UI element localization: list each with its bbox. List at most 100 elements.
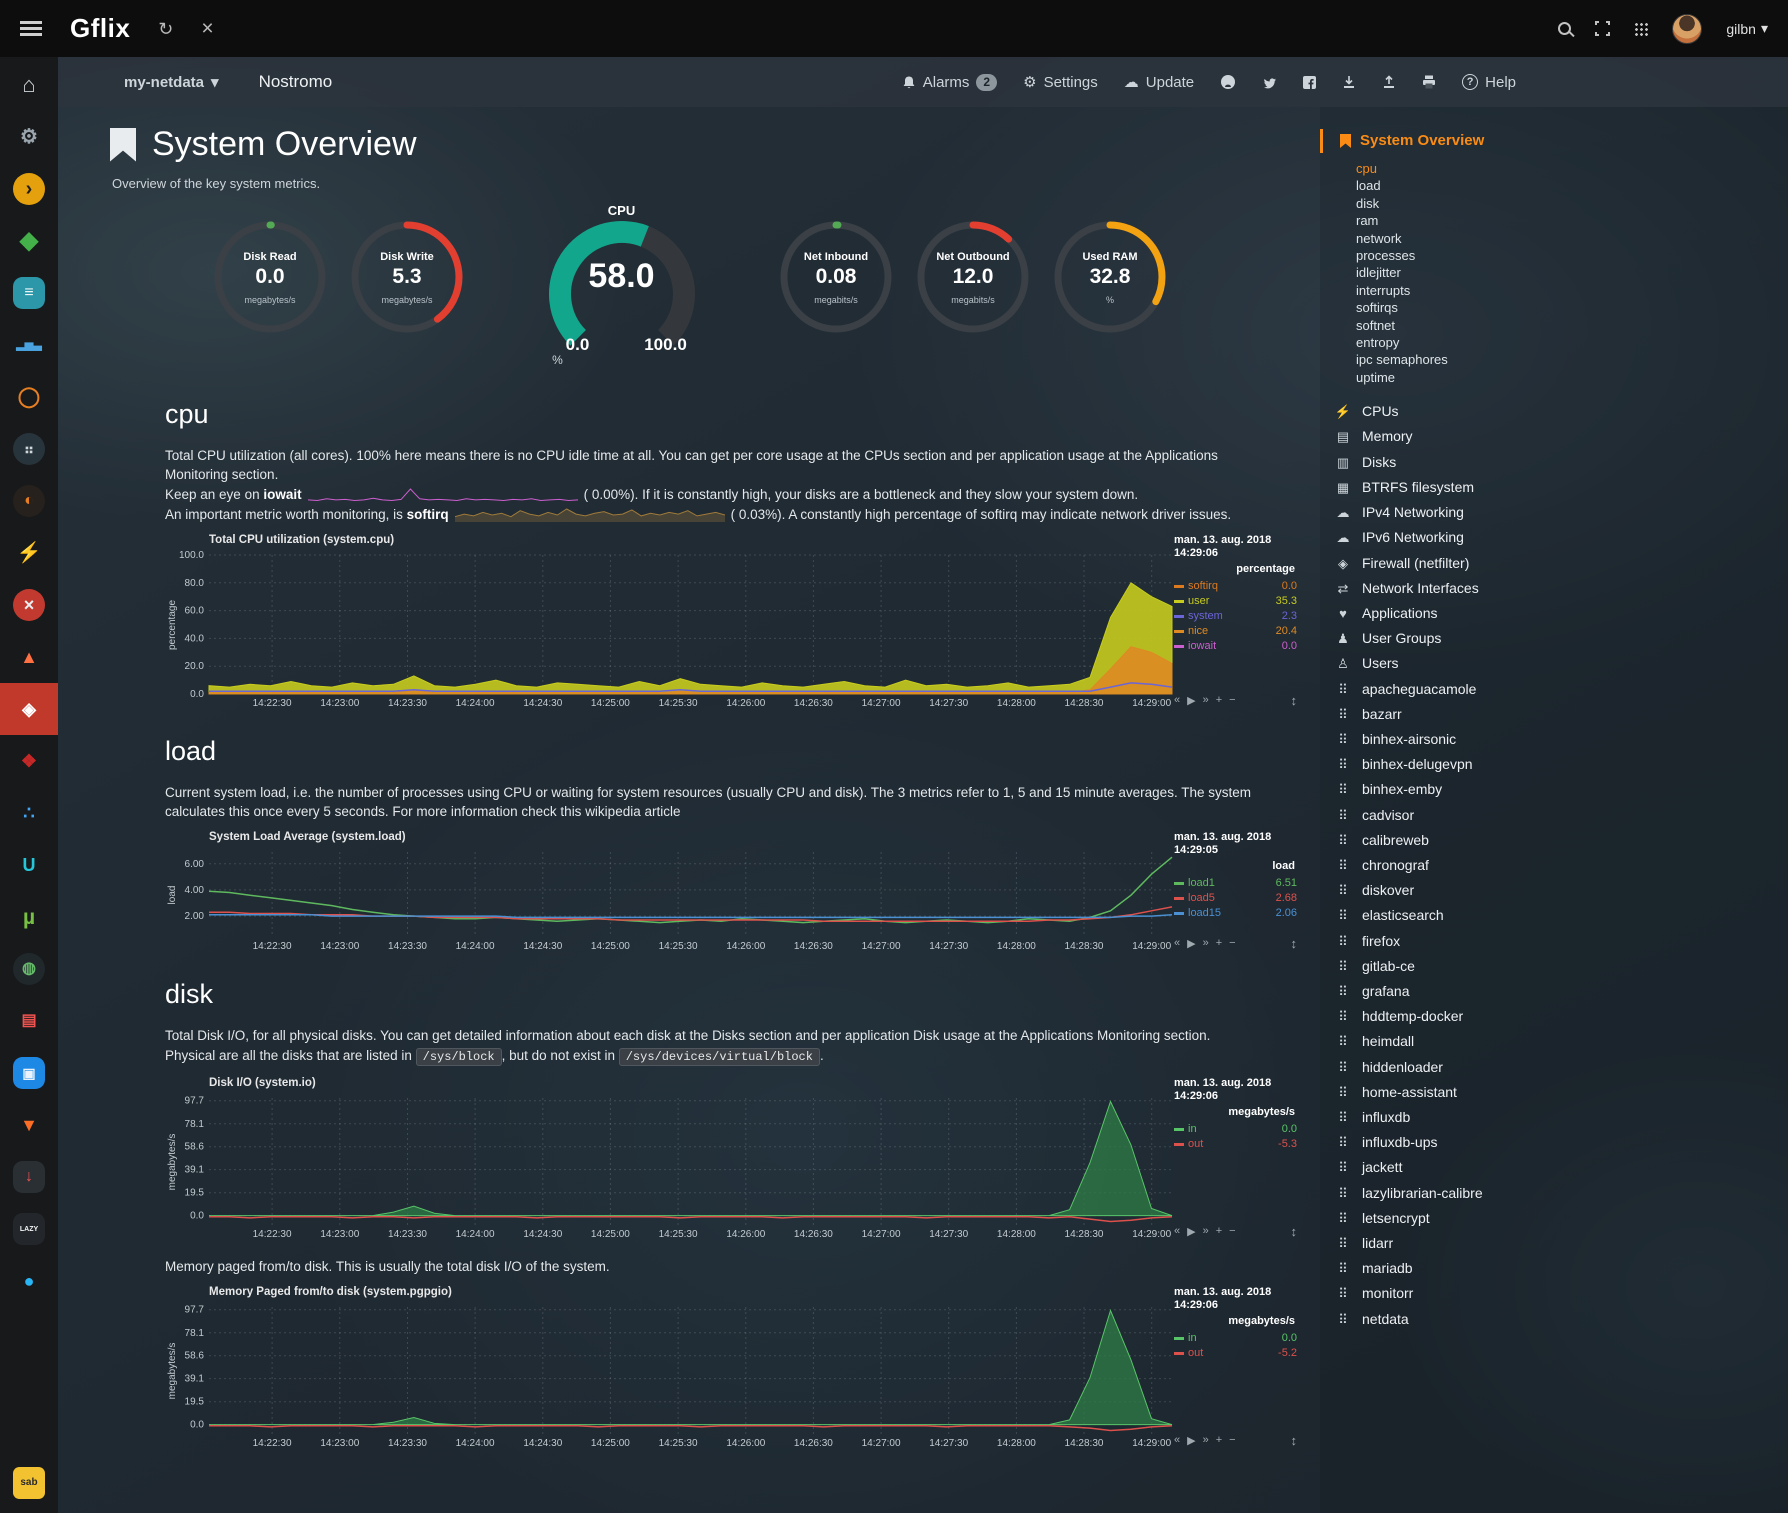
legend-row[interactable]: load1 6.51 [1174,876,1297,891]
avatar[interactable] [1672,14,1702,44]
applications-section-link[interactable]: Applications Monitoring section [1021,1028,1207,1043]
github-link[interactable] [1220,74,1236,90]
dock-app-icon[interactable]: LAZY [0,1203,58,1255]
chart-resize-handle[interactable]: ↕ [1291,1433,1298,1448]
sidebar-item-system-overview[interactable]: System Overview [1320,129,1788,153]
sidebar-sub-item[interactable]: load [1356,177,1788,194]
export-button[interactable] [1382,75,1396,89]
sidebar-section-item[interactable]: ♥ Applications [1334,601,1788,626]
facebook-link[interactable] [1303,76,1316,89]
alarms-button[interactable]: Alarms 2 [902,74,997,91]
search-icon[interactable] [1558,22,1571,35]
legend-row[interactable]: in 0.0 [1174,1122,1297,1137]
sidebar-app-item[interactable]: ⠿ binhex-emby [1334,777,1788,802]
dock-app-icon[interactable]: ≡ [0,267,58,319]
dock-app-icon[interactable]: ▣ [0,1047,58,1099]
legend-row[interactable]: load15 2.06 [1174,906,1297,921]
import-button[interactable] [1342,75,1356,89]
dock-app-icon[interactable]: › [0,163,58,215]
chart-toolbox-button[interactable]: » [1203,1225,1209,1238]
dock-app-icon[interactable]: U [0,839,58,891]
sidebar-sub-item[interactable]: idlejitter [1356,264,1788,281]
close-icon[interactable]: × [201,18,213,39]
chart-toolbox-button[interactable]: » [1203,1434,1209,1447]
chart-toolbox-button[interactable]: − [1229,1434,1235,1447]
load-chart-plot[interactable]: 14:22:3014:23:0014:23:3014:24:0014:24:30… [165,846,1174,953]
user-menu[interactable]: gilbn ▾ [1726,20,1768,37]
dock-app-icon[interactable]: ⚙ [0,111,58,163]
sidebar-app-item[interactable]: ⠿ bazarr [1334,702,1788,727]
chart-toolbox-button[interactable]: + [1216,694,1222,707]
dock-app-icon[interactable]: µ [0,891,58,943]
dock-app-icon[interactable]: ◆ [0,215,58,267]
legend-row[interactable]: out -5.3 [1174,1137,1297,1152]
sidebar-app-item[interactable]: ⠿ letsencrypt [1334,1206,1788,1231]
sidebar-section-item[interactable]: ⇄ Network Interfaces [1334,576,1788,601]
sidebar-sub-item[interactable]: cpu [1356,160,1788,177]
sidebar-section-item[interactable]: ☁ IPv4 Networking [1334,500,1788,525]
chart-toolbox-button[interactable]: − [1229,1225,1235,1238]
chart-toolbox-button[interactable]: ▶ [1187,694,1195,707]
sidebar-app-item[interactable]: ⠿ influxdb-ups [1334,1130,1788,1155]
chart-toolbox-button[interactable]: ▶ [1187,1434,1195,1447]
sidebar-section-item[interactable]: ▥ Disks [1334,450,1788,475]
sidebar-app-item[interactable]: ⠿ lazylibrarian-calibre [1334,1181,1788,1206]
legend-row[interactable]: system 2.3 [1174,609,1297,624]
sidebar-app-item[interactable]: ⠿ cadvisor [1334,803,1788,828]
dock-app-icon[interactable]: ⌂ [0,59,58,111]
dock-app-icon[interactable]: ∴ [0,787,58,839]
gauge-used-ram[interactable]: Used RAM 32.8 % [1042,203,1179,361]
sidebar-section-item[interactable]: ◈ Firewall (netfilter) [1334,551,1788,576]
chart-toolbox-button[interactable]: « [1174,1225,1180,1238]
sidebar-section-item[interactable]: ⚡ CPUs [1334,399,1788,424]
chart-resize-handle[interactable]: ↕ [1291,936,1298,951]
chart-resize-handle[interactable]: ↕ [1291,693,1298,708]
pgpgio-chart-plot[interactable]: 14:22:3014:23:0014:23:3014:24:0014:24:30… [165,1301,1174,1450]
sidebar-sub-item[interactable]: network [1356,230,1788,247]
chart-toolbox-button[interactable]: » [1203,937,1209,950]
sidebar-sub-item[interactable]: softnet [1356,317,1788,334]
legend-row[interactable]: softirq 0.0 [1174,579,1297,594]
sidebar-app-item[interactable]: ⠿ chronograf [1334,853,1788,878]
sidebar-app-item[interactable]: ⠿ netdata [1334,1307,1788,1332]
dock-app-icon[interactable]: ◍ [0,943,58,995]
apps-grid-icon[interactable] [1634,22,1648,36]
sidebar-app-item[interactable]: ⠿ monitorr [1334,1281,1788,1306]
sidebar-app-item[interactable]: ⠿ elasticsearch [1334,903,1788,928]
refresh-icon[interactable]: ↻ [158,20,173,38]
chart-toolbox-button[interactable]: − [1229,694,1235,707]
chart-resize-handle[interactable]: ↕ [1291,1224,1298,1239]
chart-toolbox-button[interactable]: » [1203,694,1209,707]
sidebar-app-item[interactable]: ⠿ mariadb [1334,1256,1788,1281]
sidebar-sub-item[interactable]: ram [1356,212,1788,229]
sidebar-app-item[interactable]: ⠿ apacheguacamole [1334,677,1788,702]
chart-toolbox-button[interactable]: − [1229,937,1235,950]
sidebar-sub-item[interactable]: ipc semaphores [1356,351,1788,368]
dock-app-icon[interactable]: ◐ [0,475,58,527]
dock-app-icon[interactable]: ↓ [0,1151,58,1203]
dock-app-icon[interactable]: ◈ [0,683,58,735]
gauge-net-inbound[interactable]: Net Inbound 0.08 megabits/s [768,203,905,361]
sidebar-section-item[interactable]: ♙ Users [1334,651,1788,676]
chart-toolbox-button[interactable]: + [1216,937,1222,950]
sidebar-sub-item[interactable]: processes [1356,247,1788,264]
chart-toolbox-button[interactable]: « [1174,1434,1180,1447]
cpus-section-link[interactable]: CPUs section [864,448,946,463]
sidebar-app-item[interactable]: ⠿ hddtemp-docker [1334,1004,1788,1029]
dock-app-icon[interactable]: ▂▅▃ [0,319,58,371]
dock-app-icon[interactable]: ❖ [0,735,58,787]
chart-toolbox-button[interactable]: + [1216,1434,1222,1447]
sidebar-app-item[interactable]: ⠿ jackett [1334,1155,1788,1180]
sidebar-app-item[interactable]: ⠿ lidarr [1334,1231,1788,1256]
dock-app-icon[interactable]: ▼ [0,1099,58,1151]
dock-app-icon[interactable]: × [0,579,58,631]
legend-row[interactable]: load5 2.68 [1174,891,1297,906]
sidebar-section-item[interactable]: ☁ IPv6 Networking [1334,525,1788,550]
disks-section-link[interactable]: Disks section [712,1028,792,1043]
app-brand[interactable]: Gflix [70,13,130,44]
legend-row[interactable]: out -5.2 [1174,1346,1297,1361]
legend-row[interactable]: user 35.3 [1174,594,1297,609]
update-button[interactable]: ☁ Update [1124,73,1194,91]
chart-toolbox-button[interactable]: ▶ [1187,1225,1195,1238]
dock-app-icon[interactable]: sab [0,1457,58,1509]
